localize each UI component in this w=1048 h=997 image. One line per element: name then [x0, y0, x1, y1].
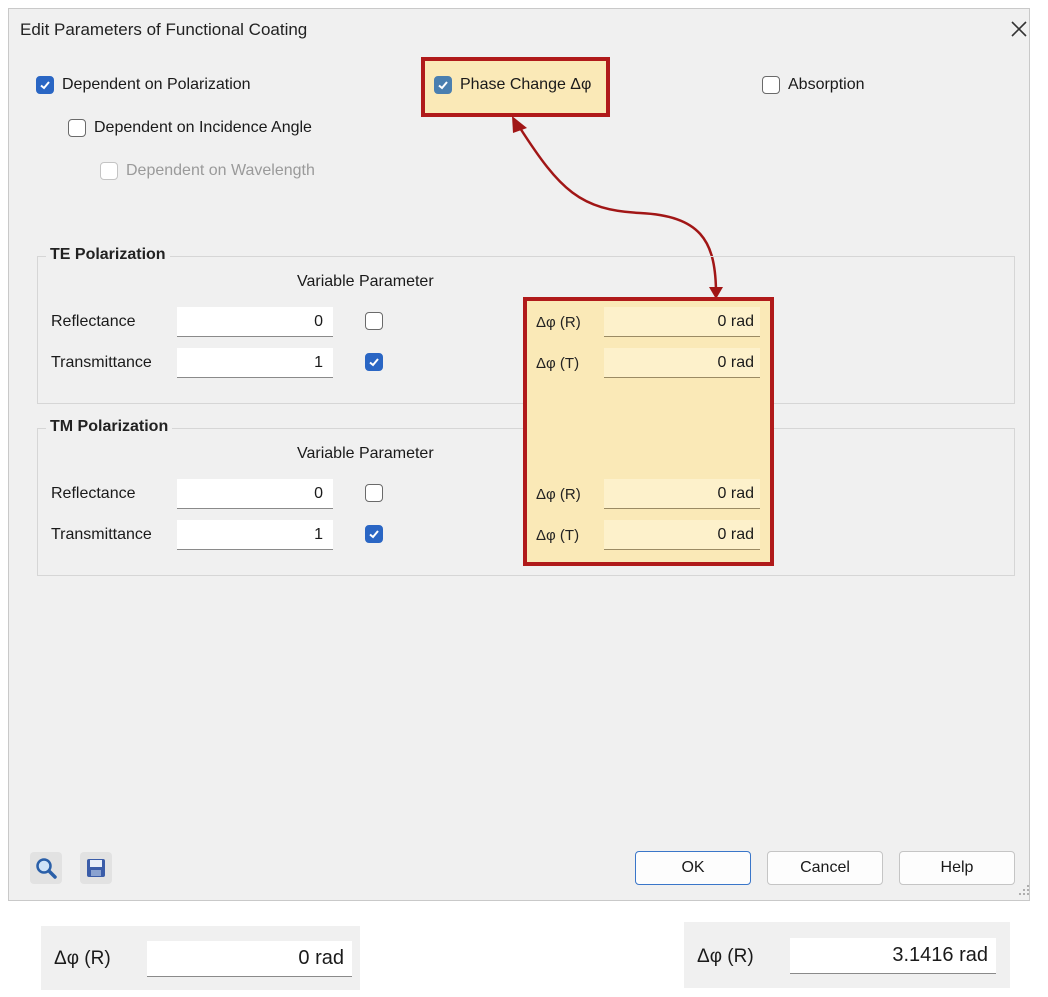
te-reflectance-label: Reflectance [51, 313, 136, 330]
tm-variable-header: Variable Parameter [297, 445, 434, 462]
cancel-button[interactable]: Cancel [767, 851, 883, 885]
tm-dphi-t-label: Δφ (T) [536, 527, 580, 544]
check-icon [369, 530, 379, 539]
te-dphi-t-label: Δφ (T) [536, 355, 580, 372]
tm-dphi-t-input[interactable]: 0 rad [604, 520, 760, 550]
te-transmittance-label: Transmittance [51, 354, 152, 371]
te-dphi-t-input[interactable]: 0 rad [604, 348, 760, 378]
te-dphi-r-label: Δφ (R) [536, 314, 581, 331]
save-icon [87, 859, 105, 877]
bottom-left-label: Δφ (R) [54, 948, 111, 969]
bottom-right-input[interactable]: 3.1416 rad [790, 938, 996, 974]
tm-transmittance-input[interactable]: 1 [177, 520, 333, 550]
resize-grip-icon[interactable] [1018, 884, 1030, 896]
tm-dphi-r-input[interactable]: 0 rad [604, 479, 760, 509]
save-button[interactable] [80, 852, 112, 884]
te-group-title: TE Polarization [46, 246, 170, 264]
tm-dphi-r-label: Δφ (R) [536, 486, 581, 503]
bottom-left-input[interactable]: 0 rad [147, 941, 352, 977]
ok-button[interactable]: OK [635, 851, 751, 885]
help-button[interactable]: Help [899, 851, 1015, 885]
te-reflectance-variable-checkbox[interactable] [365, 312, 383, 330]
tm-reflectance-variable-checkbox[interactable] [365, 484, 383, 502]
bottom-right-label: Δφ (R) [697, 946, 754, 967]
te-variable-header: Variable Parameter [297, 273, 434, 290]
tm-group-title: TM Polarization [46, 418, 173, 436]
tm-transmittance-label: Transmittance [51, 526, 152, 543]
search-icon [36, 858, 57, 879]
tm-transmittance-variable-checkbox[interactable] [365, 525, 383, 543]
te-transmittance-variable-checkbox[interactable] [365, 353, 383, 371]
te-reflectance-input[interactable]: 0 [177, 307, 333, 337]
tm-reflectance-input[interactable]: 0 [177, 479, 333, 509]
te-transmittance-input[interactable]: 1 [177, 348, 333, 378]
search-button[interactable] [30, 852, 62, 884]
te-dphi-r-input[interactable]: 0 rad [604, 307, 760, 337]
check-icon [369, 358, 379, 367]
tm-reflectance-label: Reflectance [51, 485, 136, 502]
